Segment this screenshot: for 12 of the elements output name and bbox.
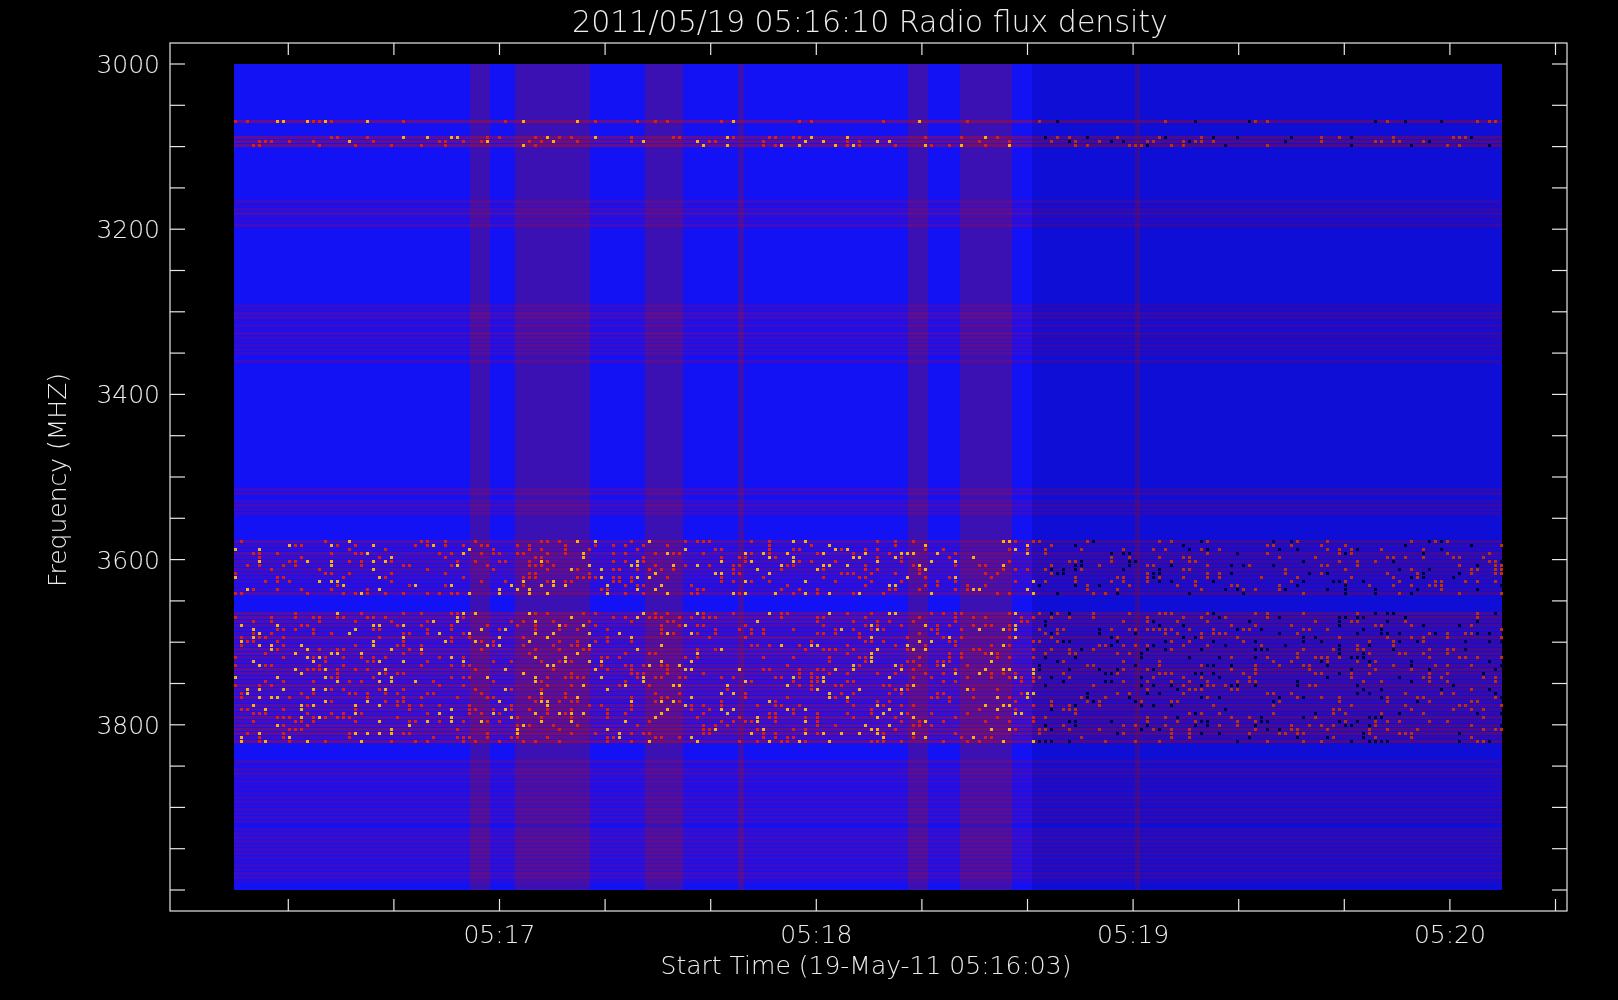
x-tick-label: 05:19 bbox=[1097, 920, 1170, 949]
y-axis-label: Frequency (MHZ) bbox=[43, 372, 72, 588]
y-tick-label: 3600 bbox=[96, 545, 160, 575]
y-tick-label: 3200 bbox=[96, 215, 160, 245]
plot-title: 2011/05/19 05:16:10 Radio flux density bbox=[572, 4, 1168, 39]
x-tick-label: 05:18 bbox=[780, 920, 853, 949]
x-axis-label: Start Time (19-May-11 05:16:03) bbox=[660, 951, 1072, 980]
y-tick-label: 3800 bbox=[96, 710, 160, 740]
y-tick-label: 3000 bbox=[96, 50, 160, 79]
y-tick-label: 3400 bbox=[96, 380, 160, 410]
x-tick-label: 05:20 bbox=[1413, 920, 1486, 949]
x-tick-label: 05:17 bbox=[463, 920, 536, 949]
